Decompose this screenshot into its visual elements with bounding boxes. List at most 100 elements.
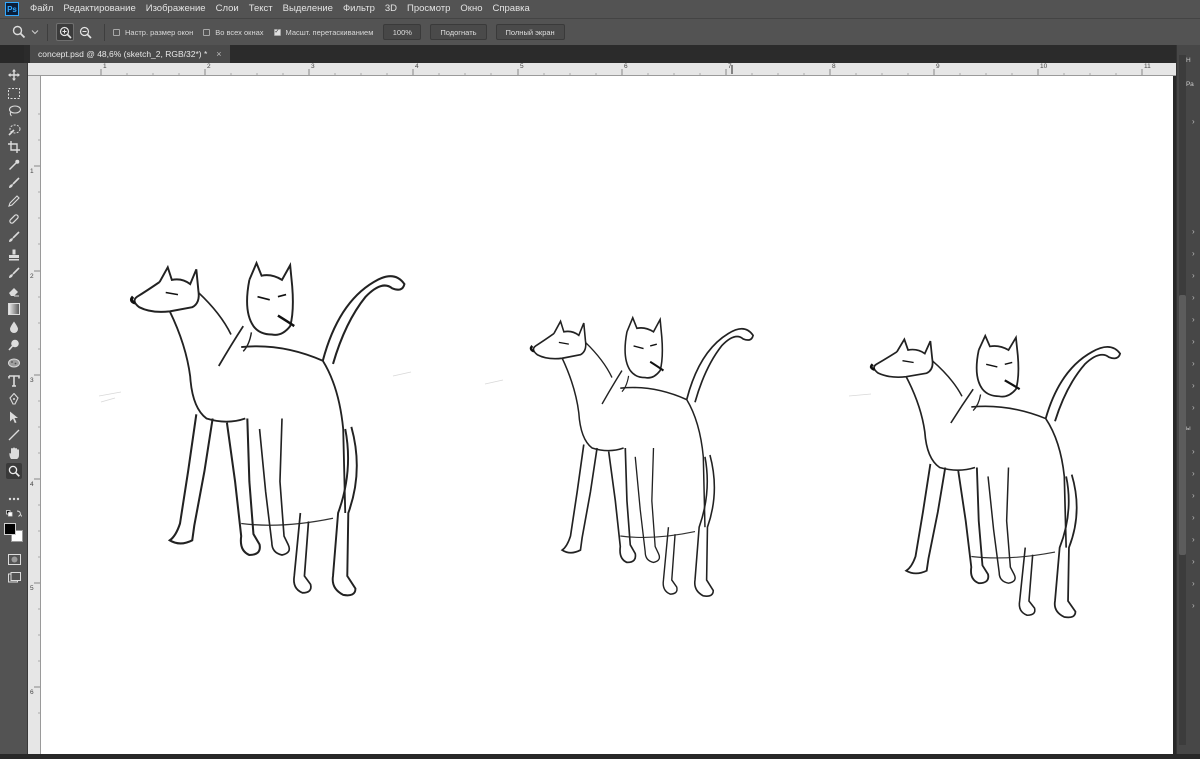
panel-expand-arrow[interactable]: › xyxy=(1192,601,1195,610)
document-tab-title: concept.psd @ 48,6% (sketch_2, RGB/32*) … xyxy=(38,49,208,59)
quick-mask-button[interactable] xyxy=(6,551,22,567)
gradient-tool[interactable] xyxy=(6,301,22,317)
checkbox-checked-icon[interactable]: ✓ xyxy=(273,28,281,36)
panel-expand-arrow[interactable]: › xyxy=(1192,227,1195,236)
type-tool[interactable] xyxy=(6,373,22,389)
chevron-down-icon xyxy=(31,30,39,35)
checkbox-box[interactable] xyxy=(113,28,120,36)
panel-expand-arrow[interactable]: › xyxy=(1192,381,1195,390)
panel-expand-arrow[interactable]: › xyxy=(1192,513,1195,522)
pencil-tool[interactable] xyxy=(6,193,22,209)
crop-tool[interactable] xyxy=(6,139,22,155)
panel-expand-arrow[interactable]: › xyxy=(1192,557,1195,566)
menu-view[interactable]: Просмотр xyxy=(402,0,455,18)
healing-brush-tool[interactable] xyxy=(6,211,22,227)
sponge-tool[interactable] xyxy=(6,355,22,371)
panel-expand-arrow[interactable]: › xyxy=(1192,535,1195,544)
menu-3d[interactable]: 3D xyxy=(380,0,402,18)
zoom-out-button[interactable] xyxy=(76,23,94,41)
ruler-label: 4 xyxy=(30,481,34,488)
panel-expand-arrow[interactable]: › xyxy=(1192,249,1195,258)
move-icon xyxy=(8,69,20,81)
ruler-label: 1 xyxy=(103,63,107,70)
ruler-label: 7 xyxy=(728,63,732,70)
resize-windows-checkbox[interactable]: Настр. размер окон xyxy=(113,28,193,37)
document-window[interactable] xyxy=(41,76,1176,754)
default-colors-button[interactable] xyxy=(6,509,22,519)
menu-type[interactable]: Текст xyxy=(244,0,278,18)
panel-expand-arrow[interactable]: › xyxy=(1192,315,1195,324)
menu-edit[interactable]: Редактирование xyxy=(58,0,140,18)
panel-expand-arrow[interactable]: › xyxy=(1192,469,1195,478)
mixer-brush-icon xyxy=(9,267,20,278)
panel-expand-arrow[interactable]: › xyxy=(1192,579,1195,588)
photoshop-logo-icon: Ps xyxy=(5,2,19,16)
panel-expand-arrow[interactable]: › xyxy=(1192,117,1195,126)
fill-screen-button[interactable]: Полный экран xyxy=(495,24,565,40)
more-tools-icon xyxy=(8,497,20,501)
menu-filter[interactable]: Фильтр xyxy=(338,0,380,18)
all-windows-checkbox[interactable]: Во всех окнах xyxy=(203,28,264,37)
brush-tool[interactable] xyxy=(6,175,22,191)
marquee-tool[interactable] xyxy=(6,85,22,101)
screen-mode-button[interactable] xyxy=(6,569,22,585)
panel-expand-arrow[interactable]: › xyxy=(1192,491,1195,500)
fit-screen-button[interactable]: Подогнать xyxy=(430,24,487,40)
document-tab[interactable]: concept.psd @ 48,6% (sketch_2, RGB/32*) … xyxy=(30,45,230,63)
sketch-artwork xyxy=(98,261,1122,619)
panel-expand-arrow[interactable]: › xyxy=(1192,447,1195,456)
clone-stamp-icon xyxy=(9,214,19,224)
panel-expand-arrow[interactable]: › xyxy=(1192,359,1195,368)
menu-file[interactable]: Файл xyxy=(25,0,58,18)
sketch-creature-1 xyxy=(129,261,406,597)
canvas-scrollbar[interactable] xyxy=(1179,55,1186,745)
eraser-tool[interactable] xyxy=(6,283,22,299)
scrubby-zoom-checkbox[interactable]: ✓ Масшт. перетаскиванием xyxy=(273,28,373,37)
panel-expand-arrow[interactable]: › xyxy=(1192,337,1195,346)
zoom-tool[interactable] xyxy=(6,463,22,479)
mixer-brush-tool[interactable] xyxy=(6,265,22,281)
close-icon[interactable]: × xyxy=(216,49,221,59)
ruler-label: 3 xyxy=(311,63,315,70)
lasso-tool[interactable] xyxy=(6,103,22,119)
color-swatches[interactable] xyxy=(2,521,26,545)
dodge-tool[interactable] xyxy=(6,337,22,353)
history-brush-tool[interactable] xyxy=(6,229,22,245)
swap-colors-icon xyxy=(6,510,22,517)
path-selection-tool[interactable] xyxy=(6,409,22,425)
panel-expand-arrow[interactable]: › xyxy=(1192,271,1195,280)
panel-expand-arrow[interactable]: › xyxy=(1192,293,1195,302)
hand-tool[interactable] xyxy=(6,445,22,461)
canvas[interactable] xyxy=(41,76,1173,754)
menu-select[interactable]: Выделение xyxy=(278,0,338,18)
ruler-horizontal[interactable]: 1 2 3 4 5 6 7 8 9 10 11 xyxy=(28,63,1176,76)
menu-window[interactable]: Окно xyxy=(455,0,487,18)
zoom-out-icon xyxy=(79,26,92,39)
ruler-vertical[interactable]: 1 2 3 4 5 6 xyxy=(28,76,41,754)
pen-tool[interactable] xyxy=(6,391,22,407)
ruler-label: 4 xyxy=(415,63,419,70)
panel-label: Н xyxy=(1186,57,1191,64)
blur-tool[interactable] xyxy=(6,319,22,335)
menu-layers[interactable]: Слои xyxy=(211,0,244,18)
checkbox-box[interactable] xyxy=(203,28,211,36)
pencil-icon xyxy=(8,195,20,207)
line-tool[interactable] xyxy=(6,427,22,443)
zoom-in-button[interactable] xyxy=(56,23,74,41)
zoom-100-button[interactable]: 100% xyxy=(383,24,422,40)
quick-select-tool[interactable] xyxy=(6,121,22,137)
ruler-label: 2 xyxy=(207,63,211,70)
menu-image[interactable]: Изображение xyxy=(141,0,211,18)
ruler-label: 10 xyxy=(1040,63,1048,70)
panel-expand-arrow[interactable]: › xyxy=(1192,403,1195,412)
move-tool[interactable] xyxy=(6,67,22,83)
menu-help[interactable]: Справка xyxy=(488,0,535,18)
scrollbar-thumb[interactable] xyxy=(1179,295,1186,555)
clone-stamp-tool[interactable] xyxy=(6,247,22,263)
foreground-color-swatch[interactable] xyxy=(4,523,16,535)
edit-toolbar-button[interactable] xyxy=(6,491,22,507)
zoom-icon xyxy=(8,465,20,477)
tool-preset-picker[interactable] xyxy=(12,25,39,39)
sketch-creature-3 xyxy=(869,334,1122,619)
eyedropper-tool[interactable] xyxy=(6,157,22,173)
